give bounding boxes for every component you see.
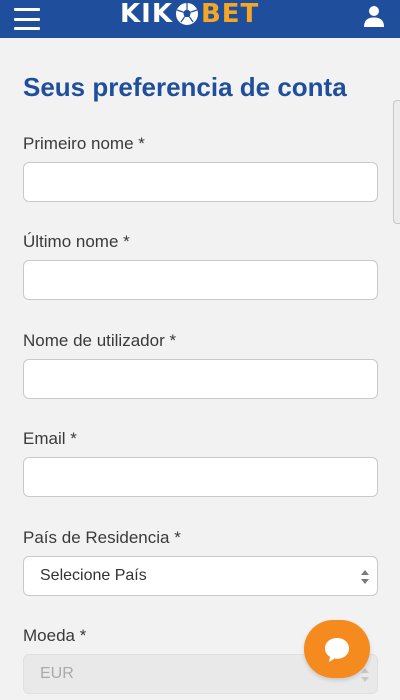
kikobet-logo[interactable]: KIK BET [120,0,259,28]
first-name-label: Primeiro nome * [23,134,145,153]
country-select[interactable]: Selecione País [23,556,378,596]
country-label: País de Residencia * [23,528,181,547]
hamburger-menu-icon[interactable] [14,8,40,30]
top-navigation-bar: KIK BET [0,0,400,38]
email-label: Email * [23,429,77,448]
user-icon[interactable] [362,4,386,28]
last-name-group: Último nome * [23,232,378,300]
country-group: País de Residencia * Selecione País [23,528,378,596]
country-select-value: Selecione País [40,567,147,584]
account-preferences-form: Seus preferencia de conta Primeiro nome … [23,38,378,694]
page-title: Seus preferencia de conta [23,72,347,102]
email-group: Email * [23,429,378,497]
soccer-ball-icon [174,2,199,26]
username-group: Nome de utilizador * [23,331,378,399]
username-label: Nome de utilizador * [23,331,177,350]
first-name-input-box [23,162,378,202]
first-name-group: Primeiro nome * [23,134,378,202]
last-name-label: Último nome * [23,232,130,251]
username-input-box [23,359,378,399]
logo-text-left: KIK [120,0,173,29]
first-name-input[interactable] [24,163,377,201]
scrollbar-thumb[interactable] [393,100,400,224]
email-input-box [23,457,378,497]
last-name-input-box [23,260,378,300]
last-name-input[interactable] [24,261,377,299]
currency-select-value: EUR [40,665,74,682]
logo-text-right: BET [200,0,260,29]
email-input[interactable] [24,458,377,496]
chat-button[interactable] [304,620,370,678]
chat-bubble-icon [325,638,349,662]
username-input[interactable] [24,360,377,398]
select-arrows-icon [361,570,369,584]
select-arrows-icon [361,668,369,682]
